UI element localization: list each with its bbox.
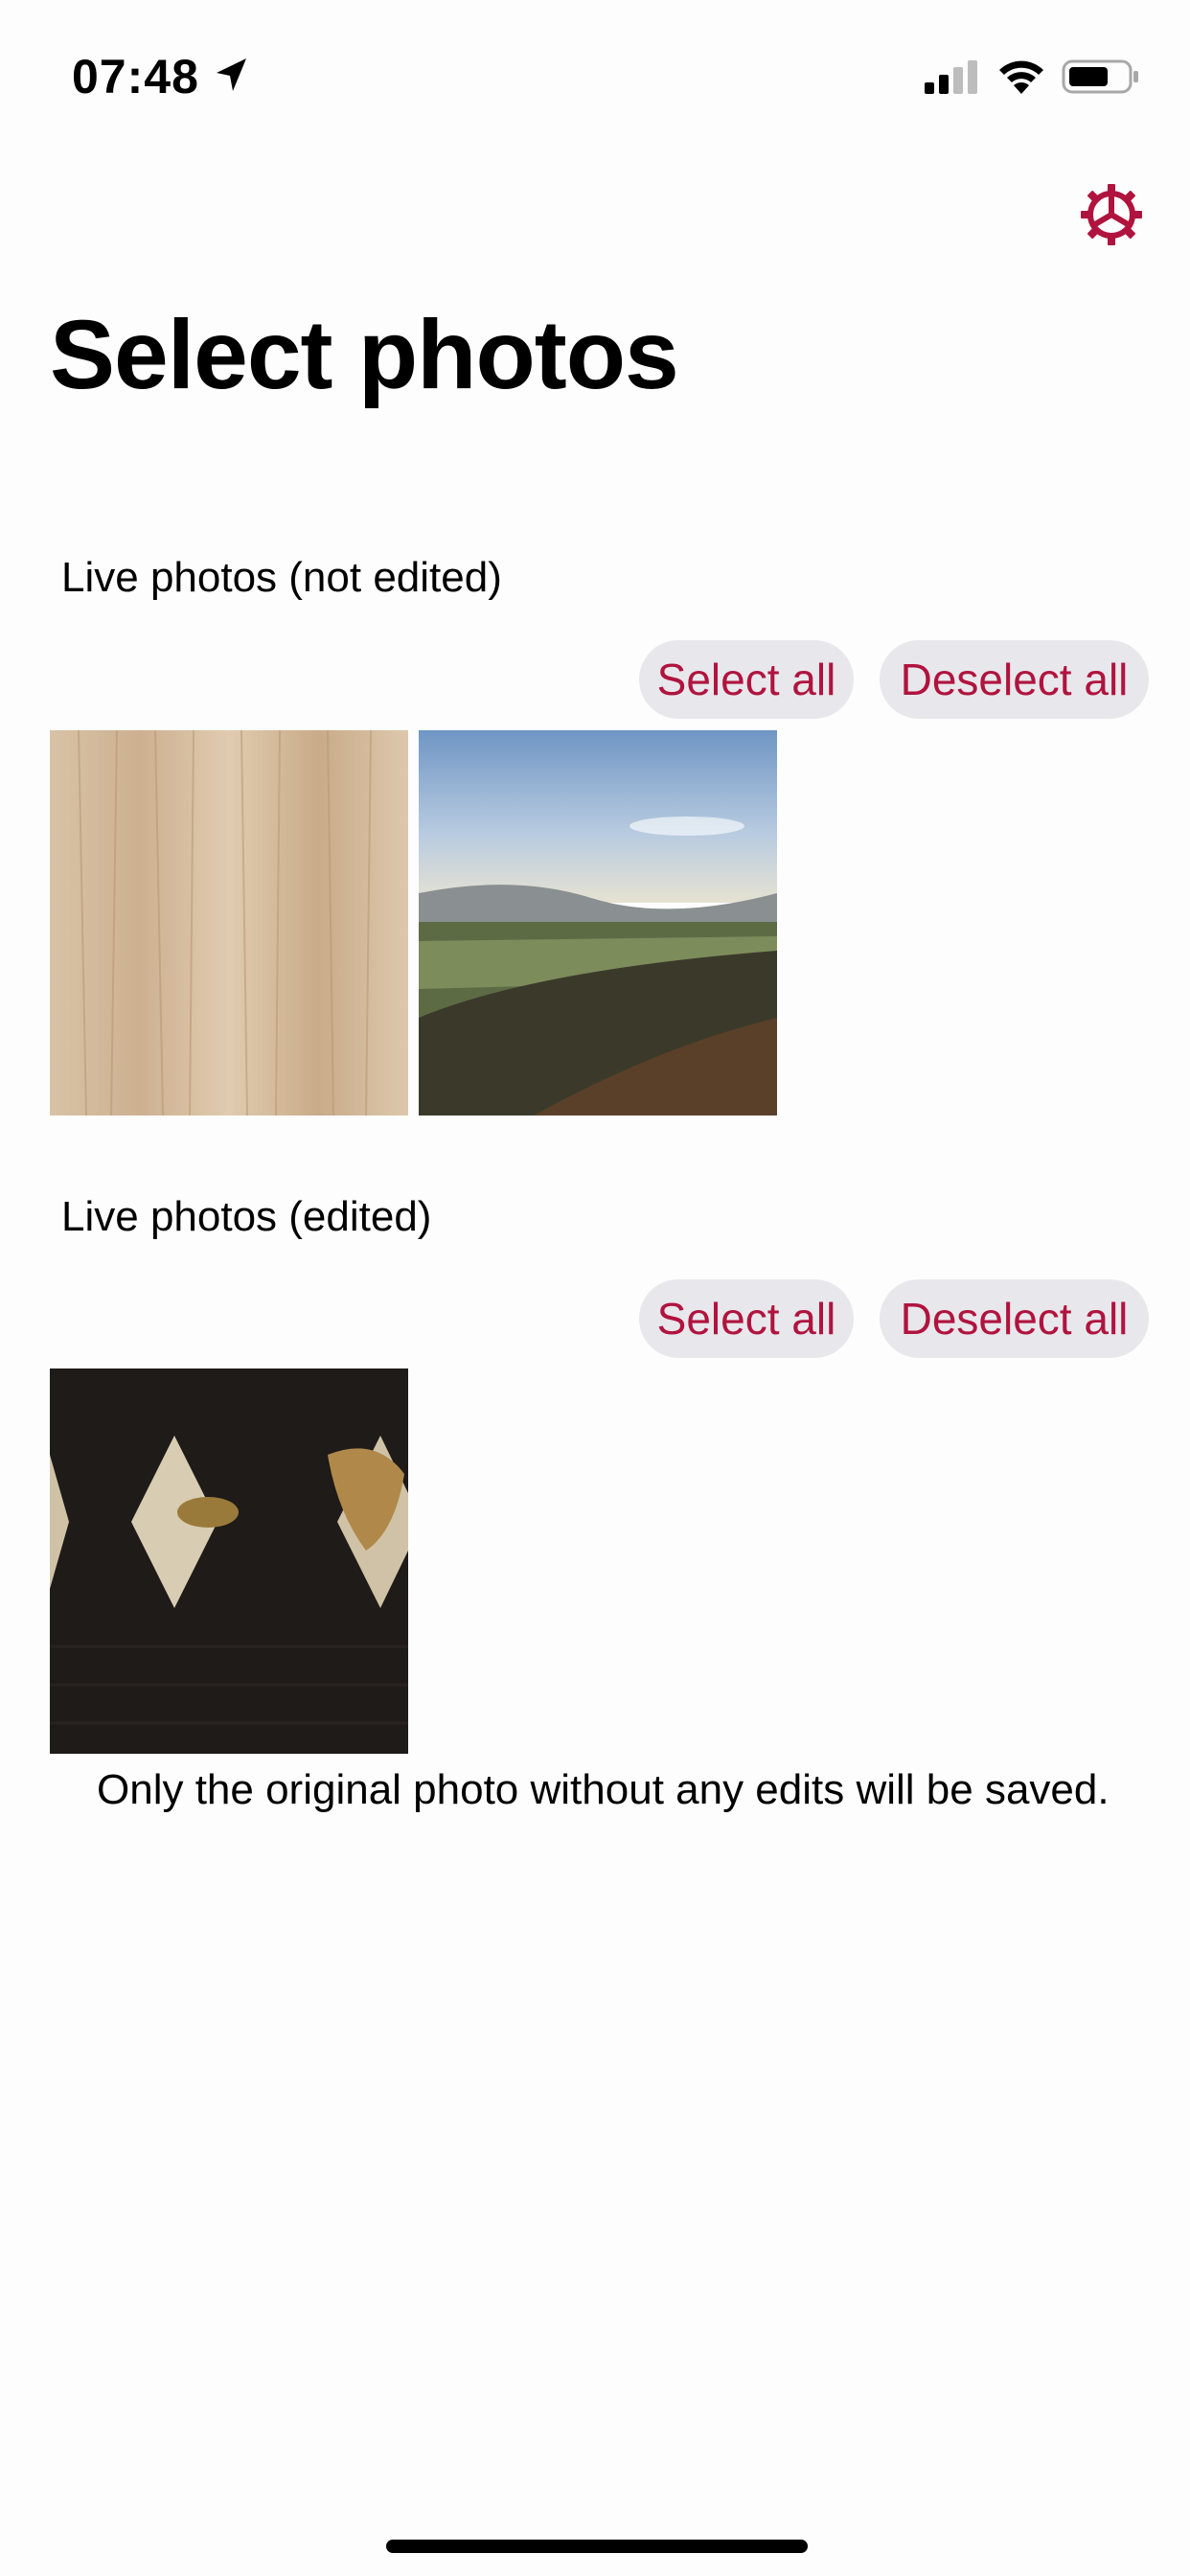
wifi-icon [999, 60, 1043, 94]
status-time: 07:48 [72, 50, 199, 104]
deselect-all-button[interactable]: Deselect all [880, 1279, 1149, 1358]
edit-warning-note: Only the original photo without any edit… [97, 1766, 1110, 1813]
cellular-signal-icon [925, 60, 977, 94]
gear-icon[interactable] [1079, 182, 1144, 247]
section-header-edited: Live photos (edited) [61, 1193, 432, 1240]
page-title: Select photos [50, 300, 679, 409]
section-header-not-edited: Live photos (not edited) [61, 554, 502, 601]
select-all-button[interactable]: Select all [639, 1279, 854, 1358]
location-arrow-icon [217, 58, 246, 91]
select-all-button[interactable]: Select all [639, 640, 854, 719]
home-indicator[interactable] [386, 2540, 808, 2553]
photo-thumbnail-landscape[interactable] [419, 730, 777, 1116]
deselect-all-button[interactable]: Deselect all [880, 640, 1149, 719]
screen: 07:48 Select photos Live photos (not edi… [0, 0, 1190, 2576]
photo-thumbnail-knit[interactable] [50, 1368, 408, 1754]
photo-thumbnail-wood[interactable] [50, 730, 408, 1116]
battery-icon [1062, 59, 1138, 94]
